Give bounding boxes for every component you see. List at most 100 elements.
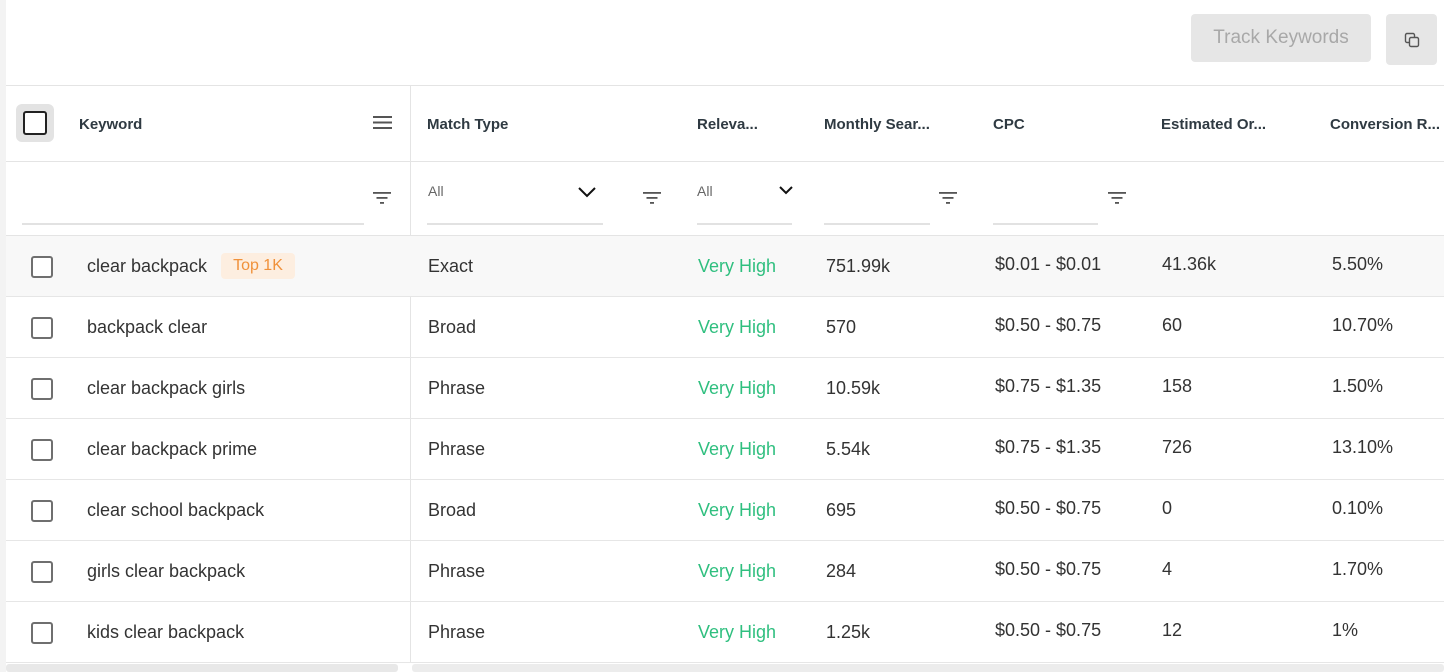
estimated-orders-cell: 60: [1162, 314, 1183, 335]
horizontal-scrollbar[interactable]: [412, 664, 1444, 672]
column-menu-icon[interactable]: [373, 115, 392, 130]
keyword-cell: clear backpack girls: [87, 358, 245, 418]
table-row[interactable]: kids clear backpack Phrase Very High 1.25k $…: [6, 602, 1444, 663]
monthly-search-cell: 1.25k: [826, 621, 871, 642]
match-type-filter-icon[interactable]: [643, 191, 661, 205]
cpc-cell: $0.01 - $0.01: [995, 253, 1102, 274]
monthly-search-cell: 751.99k: [826, 255, 891, 276]
match-type-cell: Broad: [428, 316, 477, 337]
match-type-filter-select[interactable]: All: [428, 183, 444, 199]
column-header-match-type[interactable]: Match Type: [427, 86, 508, 162]
match-type-filter-underline: [427, 223, 603, 225]
row-checkbox[interactable]: [31, 439, 53, 461]
monthly-search-cell: 5.54k: [826, 438, 871, 459]
estimated-orders-cell: 41.36k: [1162, 253, 1217, 274]
cpc-cell: $0.50 - $0.75: [995, 558, 1102, 579]
conversion-rate-cell: 10.70%: [1332, 314, 1394, 335]
relevance-cell: Very High: [698, 255, 777, 276]
monthly-search-filter-input[interactable]: [824, 223, 930, 225]
estimated-orders-cell: 158: [1162, 375, 1193, 396]
cpc-cell: $0.50 - $0.75: [995, 497, 1102, 518]
table-row[interactable]: clear backpack girls Phrase Very High 10.59…: [6, 358, 1444, 419]
keyword-cell: girls clear backpack: [87, 541, 245, 601]
cpc-filter-input[interactable]: [993, 223, 1098, 225]
conversion-rate-cell: 1.50%: [1332, 375, 1384, 396]
match-type-cell: Broad: [428, 499, 477, 520]
select-all-checkbox[interactable]: [23, 111, 47, 135]
conversion-rate-cell: 1.70%: [1332, 558, 1384, 579]
table-header: Keyword Match Type Releva... Monthly Sea…: [6, 86, 1444, 162]
copy-icon: [1404, 32, 1419, 47]
column-header-cpc[interactable]: CPC: [993, 86, 1025, 162]
keyword-cell: clear school backpack: [87, 480, 264, 540]
conversion-rate-cell: 1%: [1332, 619, 1359, 640]
keyword-text: clear backpack: [87, 255, 208, 276]
filter-row: All All: [6, 162, 1444, 236]
chevron-down-icon[interactable]: [578, 186, 596, 198]
match-type-cell: Phrase: [428, 438, 486, 459]
row-checkbox[interactable]: [31, 561, 53, 583]
estimated-orders-cell: 4: [1162, 558, 1173, 579]
monthly-search-cell: 284: [826, 560, 857, 581]
estimated-orders-cell: 726: [1162, 436, 1193, 457]
conversion-rate-cell: 5.50%: [1332, 253, 1384, 274]
match-type-cell: Exact: [428, 255, 474, 276]
monthly-search-cell: 10.59k: [826, 377, 881, 398]
row-checkbox[interactable]: [31, 500, 53, 522]
match-type-cell: Phrase: [428, 560, 486, 581]
estimated-orders-cell: 0: [1162, 497, 1173, 518]
keyword-cell: backpack clear: [87, 297, 207, 357]
cpc-cell: $0.50 - $0.75: [995, 314, 1102, 335]
select-all-checkbox-wrap[interactable]: [16, 104, 54, 142]
column-header-monthly-search[interactable]: Monthly Sear...: [824, 86, 930, 162]
column-header-keyword[interactable]: Keyword: [79, 86, 142, 162]
relevance-cell: Very High: [698, 316, 777, 337]
conversion-rate-cell: 13.10%: [1332, 436, 1394, 457]
keyword-text: clear backpack prime: [87, 438, 258, 459]
keyword-text: girls clear backpack: [87, 560, 246, 581]
relevance-cell: Very High: [698, 438, 777, 459]
relevance-cell: Very High: [698, 377, 777, 398]
pinned-horizontal-scrollbar[interactable]: [6, 664, 398, 672]
column-header-relevance[interactable]: Releva...: [697, 86, 758, 162]
chevron-down-icon[interactable]: [779, 185, 793, 197]
copy-button[interactable]: [1386, 14, 1437, 65]
cpc-cell: $0.50 - $0.75: [995, 619, 1102, 640]
match-type-cell: Phrase: [428, 621, 486, 642]
estimated-orders-cell: 12: [1162, 619, 1183, 640]
monthly-search-filter-icon[interactable]: [939, 191, 957, 205]
keyword-text: backpack clear: [87, 316, 208, 337]
monthly-search-cell: 695: [826, 499, 857, 520]
table-row[interactable]: backpack clear Broad Very High 570 $0.50 - $…: [6, 297, 1444, 358]
keyword-cell: kids clear backpack: [87, 602, 244, 662]
keyword-filter-icon[interactable]: [373, 191, 391, 205]
table-row[interactable]: clear school backpack Broad Very High 695 $0…: [6, 480, 1444, 541]
row-checkbox[interactable]: [31, 256, 53, 278]
cpc-filter-icon[interactable]: [1108, 191, 1126, 205]
track-keywords-button[interactable]: Track Keywords: [1191, 14, 1371, 62]
table-row[interactable]: clear backpack Top 1K Exact Very High 751.99…: [6, 236, 1444, 297]
monthly-search-cell: 570: [826, 316, 857, 337]
column-header-conversion-rate[interactable]: Conversion R...: [1330, 86, 1440, 162]
keyword-text: clear school backpack: [87, 499, 265, 520]
row-checkbox[interactable]: [31, 378, 53, 400]
row-checkbox[interactable]: [31, 317, 53, 339]
table-row[interactable]: girls clear backpack Phrase Very High 284 $0…: [6, 541, 1444, 602]
table-row[interactable]: clear backpack prime Phrase Very High 5.54k…: [6, 419, 1444, 480]
keyword-text: kids clear backpack: [87, 621, 245, 642]
keyword-cell: clear backpack Top 1K: [87, 236, 295, 296]
row-checkbox[interactable]: [31, 622, 53, 644]
cpc-cell: $0.75 - $1.35: [995, 436, 1102, 457]
relevance-cell: Very High: [698, 621, 777, 642]
keyword-text: clear backpack girls: [87, 377, 246, 398]
relevance-filter-underline: [697, 223, 792, 225]
column-header-estimated-orders[interactable]: Estimated Or...: [1161, 86, 1266, 162]
table-body: clear backpack Top 1K Exact Very High 751.99…: [6, 236, 1444, 663]
toolbar: Track Keywords: [6, 0, 1444, 86]
match-type-cell: Phrase: [428, 377, 486, 398]
relevance-cell: Very High: [698, 560, 777, 581]
keyword-cell: clear backpack prime: [87, 419, 257, 479]
relevance-filter-select[interactable]: All: [697, 183, 713, 199]
keyword-filter-input[interactable]: [22, 223, 364, 225]
conversion-rate-cell: 0.10%: [1332, 497, 1384, 518]
